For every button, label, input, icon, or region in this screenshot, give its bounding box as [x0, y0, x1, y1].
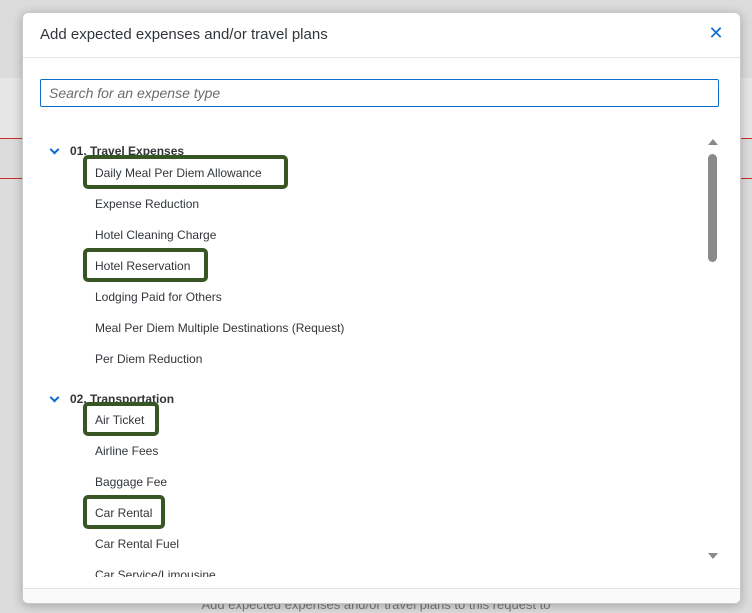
list-item[interactable]: Hotel Reservation	[93, 256, 192, 276]
list-item[interactable]: Car Service/Limousine	[93, 565, 218, 577]
list-item[interactable]: Car Rental Fuel	[93, 534, 181, 554]
dialog-header: Add expected expenses and/or travel plan…	[23, 13, 740, 58]
scrollbar-thumb[interactable]	[708, 154, 717, 262]
list-item[interactable]: Expense Reduction	[93, 194, 201, 214]
close-icon[interactable]: ✕	[706, 23, 726, 43]
group-header-travel-expenses[interactable]: 01. Travel Expenses	[50, 141, 184, 161]
list-item[interactable]: Per Diem Reduction	[93, 349, 204, 369]
list-item[interactable]: Lodging Paid for Others	[93, 287, 224, 307]
chevron-down-icon[interactable]	[50, 394, 60, 404]
list-item[interactable]: Airline Fees	[93, 441, 160, 461]
expense-type-list: 01. Travel Expenses Daily Meal Per Diem …	[23, 131, 703, 577]
list-item[interactable]: Air Ticket	[93, 410, 146, 430]
background-divider	[0, 138, 22, 139]
scroll-up-arrow-icon[interactable]	[707, 136, 719, 146]
dialog-title: Add expected expenses and/or travel plan…	[40, 26, 328, 43]
list-item[interactable]: Meal Per Diem Multiple Destinations (Req…	[93, 318, 346, 338]
background-divider	[0, 178, 22, 179]
group-header-transportation[interactable]: 02. Transportation	[50, 389, 174, 409]
group-label: 02. Transportation	[70, 392, 175, 406]
add-expenses-dialog: Add expected expenses and/or travel plan…	[22, 12, 741, 604]
list-item[interactable]: Hotel Cleaning Charge	[93, 225, 218, 245]
scroll-down-arrow-icon[interactable]	[707, 551, 719, 561]
list-item[interactable]: Daily Meal Per Diem Allowance	[93, 163, 264, 183]
search-input[interactable]	[40, 79, 719, 107]
list-item[interactable]: Baggage Fee	[93, 472, 169, 492]
list-item[interactable]: Car Rental	[93, 503, 154, 523]
dialog-footer	[23, 588, 740, 603]
chevron-down-icon[interactable]	[50, 146, 60, 156]
group-label: 01. Travel Expenses	[70, 144, 185, 158]
